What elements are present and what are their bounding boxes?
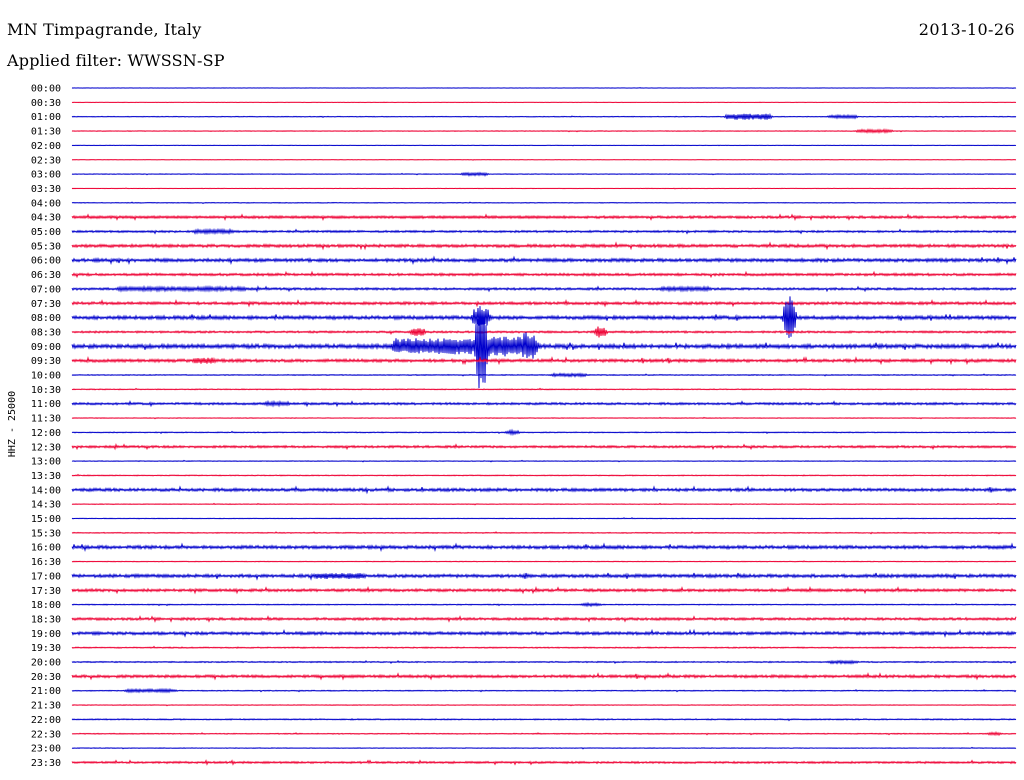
time-label-0430: 04:30	[31, 213, 61, 224]
time-label-1830: 18:30	[31, 614, 61, 625]
time-label-2300: 23:00	[31, 744, 61, 755]
trace-row-1030	[71, 387, 1017, 391]
time-label-1300: 13:00	[31, 457, 61, 468]
time-label-1800: 18:00	[31, 600, 61, 611]
trace-row-0530	[71, 241, 1017, 251]
trace-row-0700	[71, 284, 1017, 293]
time-label-1500: 15:00	[31, 514, 61, 525]
trace-row-1000	[71, 372, 1017, 378]
trace-row-0930	[71, 356, 1017, 366]
trace-row-2130	[71, 704, 1017, 707]
trace-row-1830	[71, 615, 1017, 623]
time-label-0330: 03:30	[31, 184, 61, 195]
time-label-0030: 00:30	[31, 98, 61, 109]
time-label-0700: 07:00	[31, 284, 61, 295]
time-label-0630: 06:30	[31, 270, 61, 281]
time-label-0400: 04:00	[31, 198, 61, 209]
trace-row-2100	[71, 687, 1017, 694]
time-label-1230: 12:30	[31, 442, 61, 453]
time-label-1400: 14:00	[31, 485, 61, 496]
time-label-1630: 16:30	[31, 557, 61, 568]
time-label-2000: 20:00	[31, 658, 61, 669]
trace-row-1800	[71, 601, 1017, 608]
time-label-2230: 22:30	[31, 729, 61, 740]
time-label-2130: 21:30	[31, 701, 61, 712]
trace-group	[71, 86, 1017, 766]
trace-row-0200	[71, 144, 1017, 147]
time-label-0230: 02:30	[31, 155, 61, 166]
trace-row-2000	[71, 659, 1017, 665]
time-label-0130: 01:30	[31, 127, 61, 138]
trace-row-1730	[71, 585, 1017, 595]
time-label-1900: 19:00	[31, 629, 61, 640]
time-label-2330: 23:30	[31, 758, 61, 769]
trace-row-1200	[71, 428, 1017, 436]
trace-row-0630	[71, 270, 1017, 279]
time-label-0000: 00:00	[31, 84, 61, 95]
trace-row-1400	[71, 485, 1017, 495]
trace-row-1130	[71, 416, 1017, 420]
time-label-0600: 06:00	[31, 256, 61, 267]
trace-row-1600	[71, 542, 1017, 553]
time-label-0100: 01:00	[31, 112, 61, 123]
trace-row-0300	[71, 171, 1017, 177]
time-label-2030: 20:30	[31, 672, 61, 683]
trace-row-0130	[71, 128, 1017, 135]
y-axis-label: HHZ - 25000	[7, 391, 18, 457]
time-label-0730: 07:30	[31, 299, 61, 310]
trace-row-0400	[71, 201, 1017, 205]
time-label-0300: 03:00	[31, 170, 61, 181]
trace-row-1900	[71, 628, 1017, 638]
time-label-1530: 15:30	[31, 528, 61, 539]
trace-row-1300	[71, 459, 1017, 463]
time-label-0900: 09:00	[31, 342, 61, 353]
trace-row-1630	[71, 560, 1017, 563]
trace-row-1500	[71, 517, 1017, 520]
time-label-1200: 12:00	[31, 428, 61, 439]
trace-row-0600	[71, 255, 1017, 266]
trace-row-2330	[71, 759, 1017, 766]
time-label-0530: 05:30	[31, 241, 61, 252]
trace-row-1700	[71, 572, 1017, 581]
trace-row-0100	[71, 112, 1017, 120]
trace-row-2230	[71, 730, 1017, 737]
trace-row-1330	[71, 473, 1017, 477]
time-label-0800: 08:00	[31, 313, 61, 324]
trace-row-0430	[71, 213, 1017, 222]
trace-row-1430	[71, 502, 1017, 506]
time-label-1130: 11:30	[31, 414, 61, 425]
time-label-1100: 11:00	[31, 399, 61, 410]
trace-row-1530	[71, 531, 1017, 535]
trace-row-1930	[71, 645, 1017, 650]
trace-row-0330	[71, 187, 1017, 190]
time-label-0830: 08:30	[31, 327, 61, 338]
time-label-1430: 14:30	[31, 500, 61, 511]
trace-row-0500	[71, 227, 1017, 236]
trace-row-0000	[71, 86, 1017, 90]
time-label-1030: 10:30	[31, 385, 61, 396]
time-label-0200: 02:00	[31, 141, 61, 152]
time-label-1930: 19:30	[31, 643, 61, 654]
trace-row-2300	[71, 746, 1017, 750]
time-label-0930: 09:30	[31, 356, 61, 367]
trace-row-0830	[71, 326, 1017, 338]
time-label-1330: 13:30	[31, 471, 61, 482]
helicorder-plot: 00:00 00:30 01:00 01:30 02:00 02:30 03:00 03:30…	[7, 84, 1017, 769]
trace-row-1100	[71, 399, 1017, 408]
time-label-2100: 21:00	[31, 686, 61, 697]
time-label-0500: 05:00	[31, 227, 61, 238]
time-label-2200: 22:00	[31, 715, 61, 726]
trace-row-2200	[71, 718, 1017, 722]
time-label-1730: 17:30	[31, 586, 61, 597]
time-label-1700: 17:00	[31, 571, 61, 582]
trace-row-0730	[71, 299, 1017, 308]
trace-row-1230	[71, 443, 1017, 451]
trace-row-0230	[71, 158, 1017, 161]
time-labels: 00:00 00:30 01:00 01:30 02:00 02:30 03:00 03:30…	[31, 84, 61, 769]
trace-row-2030	[71, 672, 1017, 681]
time-label-1600: 16:00	[31, 543, 61, 554]
time-label-1000: 10:00	[31, 371, 61, 382]
